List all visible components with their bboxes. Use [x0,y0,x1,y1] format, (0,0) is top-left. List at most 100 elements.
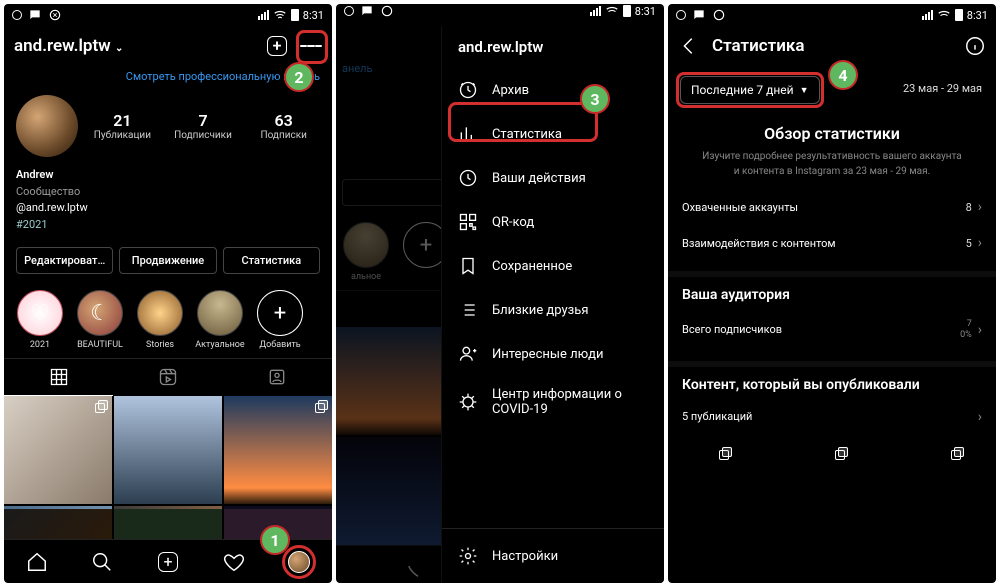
pro-panel-link[interactable]: Смотреть профессиональную панель [4,66,332,91]
nav-profile[interactable] [288,551,310,573]
notif-dot-icon [676,10,686,20]
nav-activity[interactable] [223,551,245,573]
username-dropdown[interactable]: and.rew.lptw ⌄ [14,36,123,56]
page-title: Статистика [712,36,804,56]
step-badge-3: 3 [580,84,610,114]
overview-heading: Обзор статистики [682,124,982,143]
overview-section: Обзор статистики Изучите подробнее резул… [668,114,996,271]
profile-tabs [4,358,332,396]
menu-button[interactable] [300,35,322,57]
highlight-item[interactable]: Актуальное [194,290,246,350]
insights-body: 23 мая - 29 мая Последние 7 дней ▼ 4 Обз… [668,66,996,583]
post-thumb[interactable] [682,443,736,497]
period-selector[interactable]: Последние 7 дней ▼ [680,76,820,104]
profile-header: and.rew.lptw ⌄ + [4,26,332,66]
shazam-icon [48,8,62,22]
row-value: 7 0% [960,319,972,341]
highlight-item[interactable]: ♡2021 [14,290,66,350]
post-thumb[interactable] [4,509,112,539]
stats-row: 21 Публикации 7 Подписчики 63 Подписки [4,91,332,161]
chevron-right-icon: › [978,199,982,215]
post-thumb[interactable] [224,396,332,504]
display-name: Andrew [16,167,320,184]
nav-create[interactable]: + [157,551,179,573]
status-bar: 8:31 [336,4,664,18]
highlight-item[interactable]: Stories [134,290,186,350]
drawer-label: Настройки [492,549,558,564]
drawer-item-close-friends[interactable]: Близкие друзья [442,288,664,332]
drawer-label: QR-код [492,215,534,230]
post-thumb[interactable] [856,443,910,497]
highlight-item[interactable]: ☾BEAUTIFUL [74,290,126,350]
content-section: Контент, который вы опубликовали 5 публи… [668,361,996,507]
drawer-item-settings[interactable]: Настройки [454,541,652,571]
drawer-label: Статистика [492,127,562,142]
drawer-item-qr[interactable]: QR-код [442,200,664,244]
shazam-icon [712,8,726,22]
following-count[interactable]: 63 Подписки [247,111,320,141]
battery-icon [623,5,631,17]
promote-button[interactable]: Продвижение [119,247,216,274]
battery-icon [291,9,299,21]
shazam-icon [380,4,394,18]
drawer-item-covid[interactable]: Центр информации о COVID-19 [442,376,664,428]
category: Сообщество [16,184,320,201]
audience-section: Ваша аудитория Всего подписчиков 7 0% › [668,271,996,361]
row-content-interactions[interactable]: Взаимодействия с контентом 5 › [682,225,982,261]
row-total-followers[interactable]: Всего подписчиков 7 0% › [682,309,982,351]
bookmark-icon [458,255,478,277]
back-button[interactable] [678,35,700,57]
highlights-row: ♡2021 ☾BEAUTIFUL Stories Актуальное +Доб… [4,282,332,358]
tab-grid[interactable] [4,359,113,396]
tab-tagged[interactable] [223,359,332,396]
step-badge-2: 2 [284,62,314,92]
drawer-label: Сохраненное [492,259,572,274]
signal-icon [258,10,269,20]
nav-search[interactable] [91,551,113,573]
step-badge-1: 1 [260,525,290,555]
stats-button[interactable]: Статистика [223,247,320,274]
notif-dot-icon [12,10,22,20]
battery-icon [955,9,963,21]
profile-avatar[interactable] [16,95,78,157]
post-thumb[interactable] [914,443,968,497]
post-thumb[interactable] [740,443,794,497]
row-publications[interactable]: 5 публикаций › [682,399,982,435]
drawer-item-saved[interactable]: Сохраненное [442,244,664,288]
profile-actions: Редактироват… Продвижение Статистика [4,239,332,282]
phone-screen-1: 8:31 and.rew.lptw ⌄ + 2 Смотреть професс… [4,4,332,583]
drawer-label: Близкие друзья [492,303,588,318]
signal-icon [922,10,933,20]
posts-count[interactable]: 21 Публикации [86,111,159,141]
create-button[interactable]: + [266,35,288,57]
status-bar: 8:31 [668,4,996,26]
drawer-item-activity[interactable]: Ваши действия [442,156,664,200]
chat-icon [692,8,706,22]
post-thumb[interactable] [798,443,852,497]
drawer-label: Ваши действия [492,171,586,186]
followers-count[interactable]: 7 Подписчики [167,111,240,141]
insights-icon [458,123,478,145]
bio-block: Andrew Сообщество @and.rew.lptw #2021 [4,161,332,239]
drawer-item-insights[interactable]: Статистика [442,112,664,156]
post-thumb[interactable] [114,509,222,539]
posts-grid [4,396,332,509]
covid-icon [458,391,478,413]
clock: 8:31 [635,5,656,18]
insights-header: Статистика [668,26,996,66]
drawer-item-discover[interactable]: Интересные люди [442,332,664,376]
highlight-add[interactable]: +Добавить [254,290,306,350]
row-reached-accounts[interactable]: Охваченные аккаунты 8 › [682,189,982,225]
wifi-icon [605,4,619,18]
notif-dot-icon [344,6,354,16]
chevron-right-icon: › [978,409,982,425]
drawer-item-archive[interactable]: Архив [442,68,664,112]
info-button[interactable] [964,35,986,57]
nav-home[interactable] [26,551,48,573]
post-thumb[interactable] [4,396,112,504]
row-label: Охваченные аккаунты [682,201,798,214]
edit-profile-button[interactable]: Редактироват… [16,247,113,274]
multi-icon [950,447,964,461]
tab-reels[interactable] [113,359,222,396]
post-thumb[interactable] [114,396,222,504]
